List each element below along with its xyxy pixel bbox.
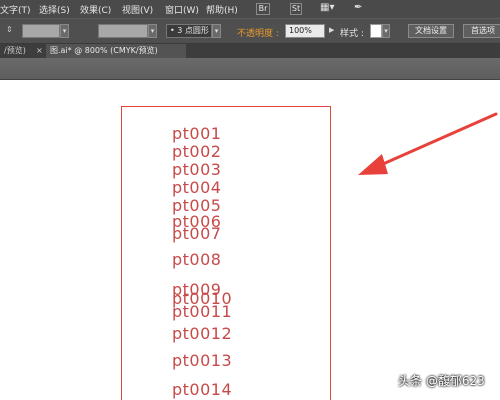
menu-effect[interactable]: 效果(C): [80, 3, 111, 16]
tab-current-label: 图.ai* @ 800% (CMYK/预览): [50, 46, 158, 55]
pt-label[interactable]: pt0014: [172, 382, 232, 398]
style-swatch[interactable]: [370, 24, 382, 38]
grid-layout-icon[interactable]: ▦▾: [320, 2, 334, 13]
brush-profile-dropdown[interactable]: ▾: [212, 24, 221, 38]
variable-width-dropdown[interactable]: ▾: [148, 24, 157, 38]
tab-previous-label: /预览): [4, 46, 26, 55]
annotation-arrow-icon: [358, 112, 498, 175]
pt-label[interactable]: pt0011: [172, 304, 232, 320]
style-dropdown[interactable]: ▾: [382, 24, 390, 38]
document-tab-bar: /预览) × 图.ai* @ 800% (CMYK/预览): [0, 44, 500, 58]
menu-type[interactable]: 文字(T): [0, 3, 31, 16]
menu-help[interactable]: 帮助(H): [206, 3, 238, 16]
style-label: 样式 :: [340, 29, 364, 39]
menu-select[interactable]: 选择(S): [39, 3, 70, 16]
pt-label[interactable]: pt0012: [172, 326, 232, 342]
pt-label[interactable]: pt008: [172, 252, 221, 268]
horizontal-ruler[interactable]: [0, 58, 500, 80]
menu-bar: 文字(T) 选择(S) 效果(C) 视图(V) 窗口(W) 帮助(H) Br S…: [0, 0, 500, 18]
brush-profile-label: 3 点圆形: [177, 26, 209, 35]
pt-label[interactable]: pt004: [172, 180, 221, 196]
tab-previous-document[interactable]: /预览): [0, 44, 30, 58]
pt-label[interactable]: pt003: [172, 162, 221, 178]
control-bar: ⇕ ▾ ▾ • 3 点圆形 ▾ 不透明度 : 100% ▶ 样式 : ▾ 文档设…: [0, 18, 500, 44]
pen-icon[interactable]: ✒: [354, 2, 362, 13]
stock-button[interactable]: St: [290, 3, 302, 15]
menu-view[interactable]: 视图(V): [122, 3, 153, 16]
variable-width-field[interactable]: [98, 24, 148, 38]
opacity-input[interactable]: 100%: [285, 24, 325, 38]
watermark: 头条 @馥郁623: [398, 374, 485, 388]
opacity-label: 不透明度 :: [237, 29, 279, 39]
stroke-weight-dropdown[interactable]: ▾: [60, 24, 69, 38]
chevron-updown-icon[interactable]: ⇕: [6, 25, 13, 39]
bridge-button[interactable]: Br: [256, 3, 270, 15]
menu-window[interactable]: 窗口(W): [165, 3, 199, 16]
document-setup-button[interactable]: 文档设置: [408, 24, 454, 38]
stroke-weight-field[interactable]: [22, 24, 60, 38]
pt-label[interactable]: pt007: [172, 226, 221, 242]
pt-label[interactable]: pt001: [172, 126, 221, 142]
opacity-arrow-icon[interactable]: ▶: [329, 26, 334, 40]
pt-label[interactable]: pt002: [172, 144, 221, 160]
brush-profile-field[interactable]: • 3 点圆形: [166, 24, 212, 38]
preferences-button[interactable]: 首选项: [463, 24, 500, 38]
tab-current-document[interactable]: 图.ai* @ 800% (CMYK/预览): [46, 44, 186, 58]
pt-label[interactable]: pt0013: [172, 353, 232, 369]
tab-close-icon[interactable]: ×: [32, 44, 47, 58]
